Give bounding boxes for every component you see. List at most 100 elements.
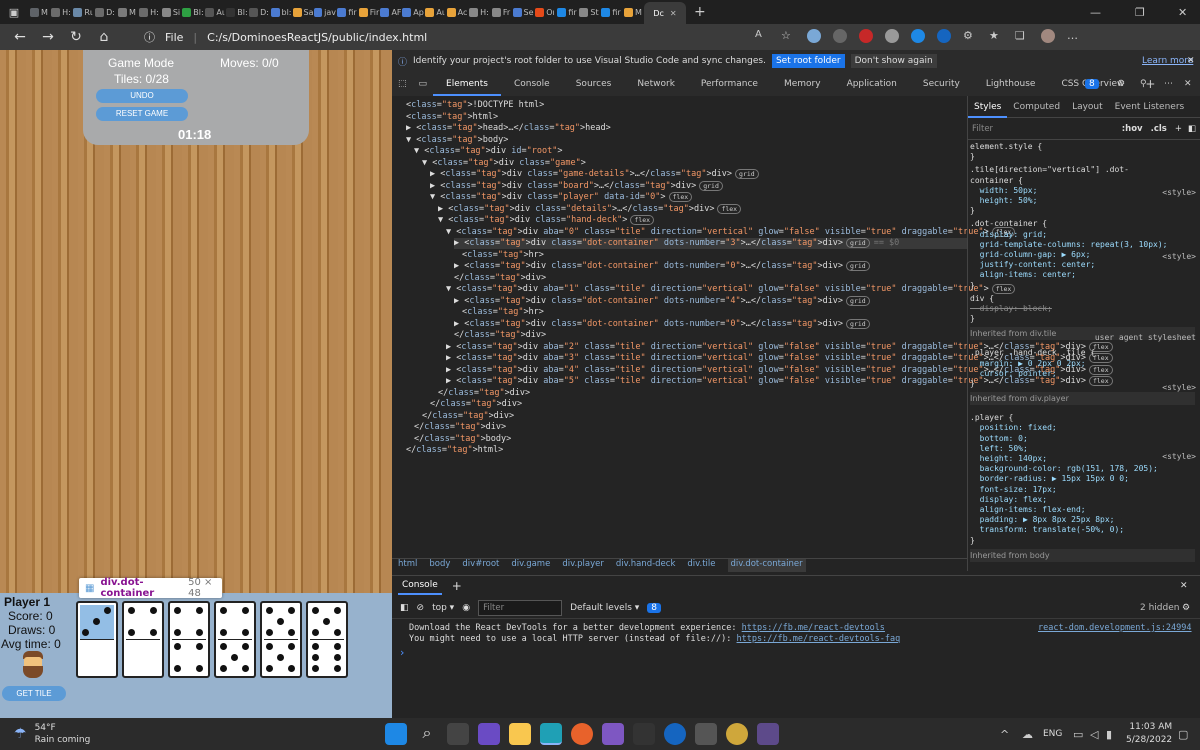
undo-button[interactable]: UNDO (96, 89, 188, 103)
task-view-icon[interactable] (447, 723, 469, 745)
extension-icon[interactable] (859, 29, 873, 43)
browser-tab[interactable]: Ac (446, 3, 468, 21)
browser-tab[interactable]: D: (248, 3, 270, 21)
back-icon[interactable]: ← (12, 29, 28, 45)
inherited-header[interactable]: Inherited from body (970, 548, 1195, 562)
tab-network[interactable]: Network (624, 72, 688, 96)
dom-node[interactable]: ▶ <class="tag">div class="dot-container"… (454, 238, 967, 249)
browser-tab[interactable]: fir (600, 3, 622, 21)
style-line[interactable]: .player .hand-deck .tile { (970, 348, 1095, 357)
style-line[interactable]: margin: ▶ 0 2px 0 2px; (970, 359, 1086, 368)
browser-tab[interactable]: fir (336, 3, 358, 21)
extensions-icon[interactable]: ⚙ (963, 29, 977, 43)
clock[interactable]: 11:03 AM 5/28/2022 (1126, 721, 1172, 747)
style-line[interactable]: display: block; (970, 304, 1052, 313)
style-line[interactable]: padding: ▶ 8px 8px 25px 8px; (970, 515, 1115, 524)
tab-layout[interactable]: Layout (1066, 96, 1109, 118)
volume-icon[interactable]: ◁ (1090, 728, 1098, 741)
start-icon[interactable] (385, 723, 407, 745)
dom-node[interactable]: ▼ <class="tag">body> (406, 135, 508, 146)
tab-active[interactable]: Dc ✕ (644, 2, 686, 24)
domino-tile[interactable] (122, 601, 164, 678)
style-line[interactable]: } (970, 206, 975, 215)
clear-console-icon[interactable]: ⊘ (417, 603, 425, 613)
cls-toggle[interactable]: .cls (1151, 124, 1167, 134)
read-aloud-icon[interactable]: A (755, 29, 769, 43)
style-line[interactable]: align-items: flex-end; (970, 505, 1086, 514)
layout-badge[interactable]: grid (846, 318, 870, 329)
style-source-link[interactable]: <style> (1162, 252, 1196, 261)
breadcrumb-item[interactable]: body (429, 559, 450, 572)
app-icon[interactable] (726, 723, 748, 745)
browser-tab[interactable]: Se (512, 3, 534, 21)
sidebar-toggle-icon[interactable]: ◧ (400, 603, 409, 613)
style-line[interactable]: } (970, 152, 975, 161)
source-link[interactable]: react-dom.development.js:24994 (1038, 623, 1192, 633)
close-window-icon[interactable]: ✕ (1178, 6, 1187, 19)
extension-icon[interactable] (911, 29, 925, 43)
style-line[interactable]: display: flex; (970, 495, 1047, 504)
layout-badge[interactable]: flex (630, 215, 655, 225)
visual-studio-icon[interactable] (602, 723, 624, 745)
style-line[interactable]: cursor: pointer; (970, 369, 1057, 378)
close-drawer-icon[interactable]: ✕ (1180, 581, 1188, 591)
dom-node[interactable]: ▼ <class="tag">div class="game"> (422, 158, 586, 169)
app-icon[interactable] (757, 723, 779, 745)
style-line[interactable]: } (970, 281, 975, 290)
dom-node[interactable]: <class="tag">hr> (462, 307, 544, 318)
tab-lighthouse[interactable]: Lighthouse (973, 72, 1049, 96)
breadcrumb-item[interactable]: div.player (562, 559, 604, 572)
dom-node[interactable]: ▶ <class="tag">div class="dot-container"… (454, 261, 870, 272)
tab-console[interactable]: Console (501, 72, 563, 96)
dom-node[interactable]: ▶ <class="tag">head>…</class="tag">head> (406, 123, 611, 134)
browser-tab[interactable]: Rι (72, 3, 94, 21)
style-line[interactable]: align-items: center; (970, 270, 1076, 279)
inspect-icon[interactable]: ⬚ (392, 79, 413, 89)
browser-tab[interactable]: H: (50, 3, 72, 21)
device-toolbar-icon[interactable]: ▭ (413, 79, 434, 89)
dom-node[interactable]: </class="tag">div> (438, 388, 530, 399)
style-line[interactable]: width: 50px; (970, 186, 1038, 195)
domino-tile[interactable] (260, 601, 302, 678)
browser-tab[interactable]: Sa (292, 3, 314, 21)
browser-tab[interactable]: bl: (270, 3, 292, 21)
style-line[interactable]: element.style { (970, 142, 1042, 151)
tab-application[interactable]: Application (834, 72, 910, 96)
breadcrumb-item[interactable]: div.tile (687, 559, 715, 572)
minimize-icon[interactable]: — (1090, 6, 1101, 19)
dom-node[interactable]: </class="tag">div> (414, 422, 506, 433)
battery-icon[interactable]: ▮ (1106, 728, 1112, 741)
breadcrumb-item[interactable]: html (398, 559, 417, 572)
dom-node[interactable]: ▶ <class="tag">div class="dot-container"… (454, 318, 870, 330)
search-icon[interactable]: ⌕ (416, 723, 438, 745)
style-line[interactable]: border-radius: ▶ 15px 15px 0 0; (970, 474, 1129, 483)
issues-badge[interactable]: 8 (647, 602, 662, 613)
avatar[interactable] (1041, 29, 1055, 43)
layout-badge[interactable]: grid (846, 261, 870, 271)
style-line[interactable]: } (970, 314, 975, 323)
dom-node[interactable]: </class="tag">div> (430, 399, 522, 410)
style-line[interactable]: } (970, 379, 975, 388)
dom-node[interactable]: </class="tag">div> (422, 411, 514, 422)
rain-icon[interactable]: ☂ (14, 726, 27, 742)
style-line[interactable]: font-size: 17px; (970, 485, 1057, 494)
browser-tab[interactable]: Si (160, 3, 182, 21)
breadcrumb-item[interactable]: div.hand-deck (616, 559, 676, 572)
style-source-link[interactable]: user agent stylesheet (1095, 333, 1196, 342)
domino-tile[interactable] (168, 601, 210, 678)
console-link[interactable]: https://fb.me/react-devtools-faq (737, 634, 901, 644)
console-link[interactable]: https://fb.me/react-devtools (742, 623, 885, 633)
url-field[interactable]: ⓘ File | C:/s/DominoesReactJS/public/ind… (144, 29, 427, 45)
more-options-icon[interactable]: ⋯ (1164, 79, 1173, 89)
tab-security[interactable]: Security (910, 72, 973, 96)
tab-performance[interactable]: Performance (688, 72, 771, 96)
browser-tab[interactable]: H: (468, 3, 490, 21)
tab-memory[interactable]: Memory (771, 72, 834, 96)
teams-icon[interactable] (478, 723, 500, 745)
dom-node[interactable]: ▶ <class="tag">div class="details">…</cl… (438, 203, 742, 215)
dom-node[interactable]: ▶ <class="tag">div class="game-details">… (430, 169, 759, 180)
close-tab-icon[interactable]: ✕ (670, 9, 677, 18)
dom-node[interactable]: ▶ <class="tag">div class="dot-container"… (454, 295, 870, 307)
eye-icon[interactable]: ◉ (462, 603, 470, 613)
dom-node[interactable]: ▶ <class="tag">div class="board">…</clas… (430, 180, 723, 192)
